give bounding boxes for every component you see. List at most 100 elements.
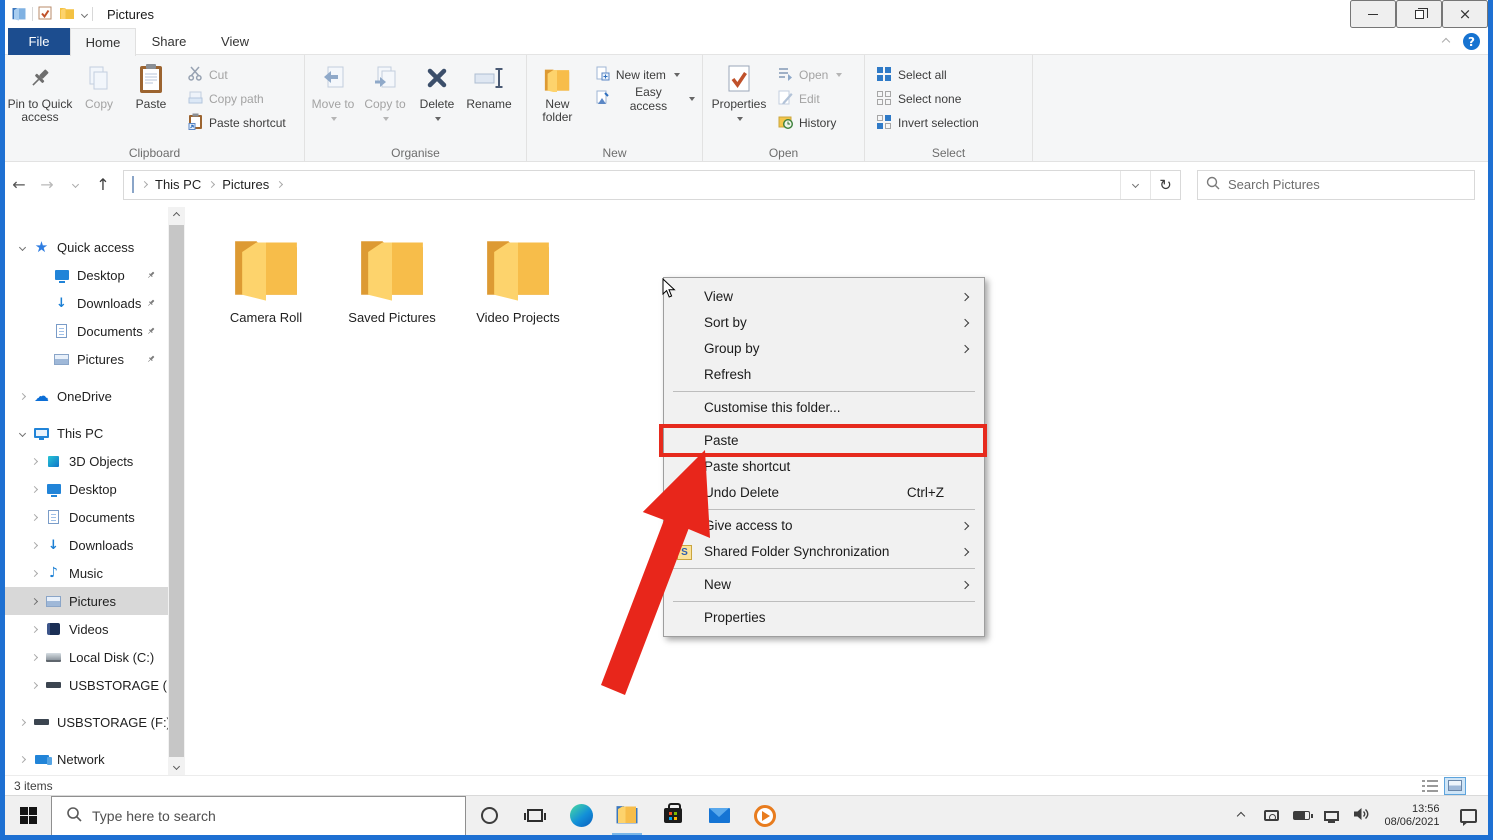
breadcrumb-pictures[interactable]: Pictures (218, 177, 273, 192)
qat-new-folder-icon[interactable] (59, 6, 75, 23)
pin-icon (146, 296, 156, 311)
sidebar-item-this-pc[interactable]: This PC (5, 419, 168, 447)
cast-tray-button[interactable] (1256, 796, 1286, 836)
menu-item-view[interactable]: View (664, 284, 984, 310)
group-label-open: Open (703, 146, 864, 160)
dropdown-arrow-icon (383, 117, 389, 121)
collapse-ribbon-icon[interactable] (1442, 37, 1450, 45)
address-dropdown-button[interactable] (1120, 171, 1150, 199)
new-item-button[interactable]: New item (590, 63, 700, 87)
menu-item-customise-folder[interactable]: Customise this folder... (664, 395, 984, 421)
open-button[interactable]: Open (773, 63, 847, 87)
tab-view[interactable]: View (202, 28, 268, 55)
tab-share[interactable]: Share (136, 28, 202, 55)
select-none-button[interactable]: Select none (871, 87, 984, 111)
new-folder-button[interactable]: New folder (529, 58, 586, 145)
menu-item-group-by[interactable]: Group by (664, 336, 984, 362)
sidebar-item-pictures-selected[interactable]: Pictures (5, 587, 168, 615)
help-icon[interactable]: ? (1463, 33, 1480, 50)
tab-home[interactable]: Home (70, 28, 136, 56)
start-button[interactable] (5, 796, 51, 836)
qat-customize-chevron-icon[interactable] (81, 10, 88, 17)
volume-tray-button[interactable] (1346, 796, 1376, 836)
sidebar-item-documents-pinned[interactable]: Documents (5, 317, 168, 345)
paste-button[interactable]: Paste (125, 58, 177, 145)
easy-access-button[interactable]: Easy access (590, 87, 700, 111)
mail-button[interactable] (696, 796, 742, 836)
task-view-button[interactable] (512, 796, 558, 836)
copy-to-button[interactable]: Copy to (359, 58, 411, 145)
sidebar-item-local-disk-c[interactable]: Local Disk (C:) (5, 643, 168, 671)
scroll-down-icon[interactable] (168, 758, 185, 775)
microsoft-store-button[interactable] (650, 796, 696, 836)
refresh-button[interactable]: ↻ (1150, 171, 1180, 199)
media-player-button[interactable] (742, 796, 788, 836)
delete-button[interactable]: Delete (411, 58, 463, 145)
sidebar-item-3d-objects[interactable]: 3D Objects (5, 447, 168, 475)
group-label-organise: Organise (305, 146, 526, 160)
sidebar-item-music[interactable]: ♪ Music (5, 559, 168, 587)
sidebar-item-onedrive[interactable]: ☁ OneDrive (5, 382, 168, 410)
sidebar-item-pictures-pinned[interactable]: Pictures (5, 345, 168, 373)
qat-properties-icon[interactable] (38, 6, 52, 23)
folder-icon (354, 227, 430, 306)
dropdown-arrow-icon (689, 97, 695, 101)
tray-expand-button[interactable] (1226, 796, 1256, 836)
scrollbar-thumb[interactable] (169, 225, 184, 757)
sidebar-item-desktop[interactable]: Desktop (5, 475, 168, 503)
properties-button[interactable]: Properties (705, 58, 773, 145)
copy-button[interactable]: Copy (73, 58, 125, 145)
chevron-right-icon (30, 625, 37, 632)
cut-button[interactable]: Cut (183, 63, 291, 87)
sidebar-item-network[interactable]: Network (5, 745, 168, 773)
menu-item-sort-by[interactable]: Sort by (664, 310, 984, 336)
restore-button[interactable] (1396, 0, 1442, 28)
breadcrumb-this-pc[interactable]: This PC (151, 177, 205, 192)
tab-file[interactable]: File (8, 28, 70, 55)
taskbar-search-input[interactable] (92, 808, 465, 824)
battery-tray-button[interactable] (1286, 796, 1316, 836)
edit-button[interactable]: Edit (773, 87, 847, 111)
search-input[interactable] (1228, 177, 1466, 192)
scroll-up-icon[interactable] (168, 207, 185, 224)
edge-button[interactable] (558, 796, 604, 836)
sidebar-item-usbstorage-f-root[interactable]: USBSTORAGE (F:) (5, 708, 168, 736)
cortana-button[interactable] (466, 796, 512, 836)
clock[interactable]: 13:56 08/06/2021 (1376, 796, 1448, 836)
details-view-button[interactable] (1422, 779, 1438, 793)
edit-icon (778, 90, 793, 108)
sidebar-item-usbstorage-f[interactable]: USBSTORAGE (F: (5, 671, 168, 699)
select-all-button[interactable]: Select all (871, 63, 984, 87)
sidebar-item-downloads-pinned[interactable]: ↓ Downloads (5, 289, 168, 317)
back-button[interactable]: ← (5, 170, 33, 200)
sidebar-item-quick-access[interactable]: ★ Quick access (5, 233, 168, 261)
folder-video-projects[interactable]: Video Projects (455, 227, 581, 325)
forward-button[interactable]: → (33, 170, 61, 200)
up-button[interactable]: ↑ (89, 170, 117, 200)
copy-path-button[interactable]: Copy path (183, 87, 291, 111)
sidebar-item-videos[interactable]: Videos (5, 615, 168, 643)
menu-item-refresh[interactable]: Refresh (664, 362, 984, 388)
folder-saved-pictures[interactable]: Saved Pictures (329, 227, 455, 325)
sidebar-item-downloads[interactable]: ↓ Downloads (5, 531, 168, 559)
large-icons-view-button[interactable] (1444, 777, 1466, 795)
close-button[interactable]: × (1442, 0, 1488, 28)
sidebar-scrollbar[interactable] (168, 207, 185, 775)
rename-button[interactable]: Rename (463, 58, 515, 145)
move-to-button[interactable]: Move to (307, 58, 359, 145)
file-explorer-button[interactable] (604, 796, 650, 836)
minimize-button[interactable] (1350, 0, 1396, 28)
history-button[interactable]: History (773, 111, 847, 135)
recent-locations-button[interactable] (61, 170, 89, 200)
paste-shortcut-button[interactable]: Paste shortcut (183, 111, 291, 135)
ribbon-tab-bar: File Home Share View ? (5, 28, 1488, 55)
folder-camera-roll[interactable]: Camera Roll (203, 227, 329, 325)
invert-selection-button[interactable]: Invert selection (871, 111, 984, 135)
frame-edge-left (0, 0, 5, 840)
pin-to-quick-access-button[interactable]: Pin to Quick access (7, 58, 73, 145)
network-tray-button[interactable] (1316, 796, 1346, 836)
sidebar-item-documents[interactable]: Documents (5, 503, 168, 531)
sidebar-item-desktop-pinned[interactable]: Desktop (5, 261, 168, 289)
action-center-button[interactable] (1448, 796, 1488, 836)
breadcrumb[interactable]: This PC Pictures ↻ (123, 170, 1181, 200)
